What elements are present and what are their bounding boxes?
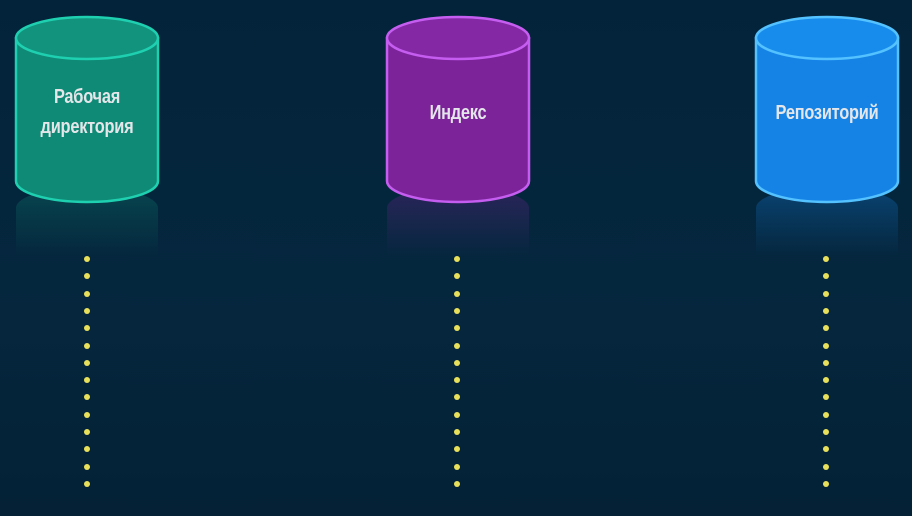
timeline-dot: [823, 273, 829, 280]
timeline-dot: [454, 342, 460, 349]
timeline-dot: [823, 394, 829, 401]
timeline-dot: [454, 377, 460, 384]
timeline-dot: [454, 256, 460, 262]
label-line-2: директория: [40, 116, 134, 138]
timeline-dot: [84, 325, 90, 332]
timeline-dot: [84, 290, 90, 297]
timeline-dot: [84, 256, 90, 262]
timeline-dot: [84, 273, 90, 280]
timeline-dot: [84, 377, 90, 384]
cylinder-shape: [754, 15, 900, 256]
timeline-dot: [823, 290, 829, 297]
timeline-dot: [454, 359, 460, 366]
timeline-dot: [823, 480, 829, 487]
index-cylinder: Индекс: [385, 15, 531, 256]
timeline-dot: [84, 429, 90, 435]
timeline-dot: [823, 307, 829, 314]
repository-label: Репозиторий: [767, 98, 887, 128]
timeline-dot: [84, 463, 90, 470]
timeline-dot: [823, 325, 829, 332]
timeline-dot: [84, 480, 90, 487]
timeline-dot: [823, 463, 829, 470]
label-line-1: Индекс: [429, 102, 487, 124]
cylinder-shape: [385, 15, 531, 256]
timeline-dot: [84, 342, 90, 349]
timeline-dot: [454, 446, 460, 453]
timeline-dot: [823, 429, 829, 435]
timeline-dot: [823, 411, 829, 418]
index-timeline: [453, 256, 461, 496]
working-directory-timeline: [83, 256, 91, 496]
timeline-dot: [454, 480, 460, 487]
label-line-1: Репозиторий: [775, 102, 879, 124]
timeline-dot: [454, 463, 460, 470]
timeline-dot: [84, 359, 90, 366]
timeline-dot: [84, 394, 90, 401]
timeline-dot: [454, 325, 460, 332]
timeline-dot: [454, 429, 460, 435]
working-directory-cylinder: Рабочая директория: [14, 15, 160, 256]
working-directory-label: Рабочая директория: [27, 82, 147, 142]
timeline-dot: [454, 411, 460, 418]
diagram-canvas: Рабочая директория Индекс Репозиторий: [0, 0, 912, 516]
timeline-dot: [84, 411, 90, 418]
timeline-dot: [823, 446, 829, 453]
timeline-dot: [823, 377, 829, 384]
repository-cylinder: Репозиторий: [754, 15, 900, 256]
timeline-dot: [823, 256, 829, 262]
index-label: Индекс: [398, 98, 518, 128]
timeline-dot: [823, 359, 829, 366]
timeline-dot: [84, 307, 90, 314]
timeline-dot: [454, 273, 460, 280]
label-line-1: Рабочая: [53, 86, 121, 108]
timeline-dot: [454, 290, 460, 297]
timeline-dot: [454, 307, 460, 314]
timeline-dot: [823, 342, 829, 349]
repository-timeline: [822, 256, 830, 496]
timeline-dot: [454, 394, 460, 401]
timeline-dot: [84, 446, 90, 453]
